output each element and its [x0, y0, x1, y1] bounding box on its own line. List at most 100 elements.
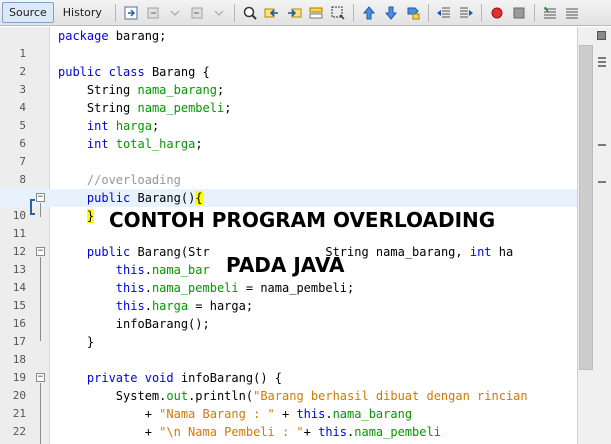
error-status-icon — [597, 31, 606, 40]
code-text: .println( — [188, 389, 254, 403]
find-selection-icon[interactable] — [329, 4, 347, 22]
keyword: this — [115, 263, 145, 277]
comment: //overloading — [86, 173, 181, 187]
scrollbar-thumb[interactable] — [579, 45, 593, 370]
code-line: 7 int total_harga; — [0, 135, 577, 168]
fold-collapse-icon[interactable]: − — [36, 247, 45, 256]
fold-guide — [40, 203, 41, 217]
toolbar-separator — [427, 3, 429, 22]
code-text: . — [144, 263, 152, 277]
chevron-down-icon[interactable] — [210, 4, 228, 22]
find-icon[interactable] — [241, 4, 259, 22]
keyword: int — [86, 137, 109, 151]
code-text: ; — [151, 119, 160, 133]
brace-match-marker — [30, 199, 35, 215]
last-edit-icon[interactable] — [122, 4, 140, 22]
shift-left-icon[interactable] — [435, 4, 453, 22]
annotation-stripe[interactable] — [598, 65, 606, 67]
toolbar-separator — [352, 3, 354, 22]
code-text: + — [274, 407, 297, 421]
code-line: 16 this.harga = harga; — [0, 297, 577, 330]
keyword: this — [115, 299, 145, 313]
annotation-stripe[interactable] — [598, 61, 606, 63]
code-text: infoBarang() { — [173, 371, 282, 385]
comment-icon[interactable] — [541, 4, 559, 22]
field-name: total_harga — [115, 137, 196, 151]
fold-guide — [40, 383, 41, 444]
annotation-stripe[interactable] — [598, 181, 606, 183]
field-name: nama_barang — [332, 407, 413, 421]
code-line: 20 − private void infoBarang() { — [0, 369, 577, 402]
find-next-icon[interactable] — [285, 4, 303, 22]
code-text: Barang { — [144, 65, 210, 79]
start-macro-icon[interactable] — [488, 4, 506, 22]
field-name: nama_pembeli — [151, 281, 239, 295]
field-name: nama_bar — [151, 263, 210, 277]
fold-collapse-icon[interactable]: − — [36, 193, 45, 202]
previous-bookmark-icon[interactable] — [360, 4, 378, 22]
code-line: 17 infoBarang(); — [0, 315, 577, 348]
code-line: 19 — [0, 351, 577, 384]
toolbar-separator — [233, 3, 235, 22]
stop-macro-icon[interactable] — [510, 4, 528, 22]
field-name: harga — [151, 299, 189, 313]
code-text: barang; — [108, 29, 167, 43]
code-line: 5 String nama_pembeli; — [0, 99, 577, 132]
keyword: public — [86, 245, 131, 259]
code-text: + — [144, 425, 160, 439]
find-previous-icon[interactable] — [263, 4, 281, 22]
toolbar-separator — [480, 3, 482, 22]
back-icon[interactable] — [144, 4, 162, 22]
field-name: nama_pembeli — [137, 101, 225, 115]
forward-icon[interactable] — [188, 4, 206, 22]
code-text: = nama_pembeli; — [238, 281, 355, 295]
code-text: . — [144, 281, 152, 295]
code-line: 3 public class Barang { — [0, 63, 577, 96]
code-line: 15 this.nama_pembeli = nama_pembeli; — [0, 279, 577, 312]
code-line: 21 System.out.println("Barang berhasil d… — [0, 387, 577, 420]
code-line-current: 10 − public Barang(){ — [0, 189, 577, 222]
uncomment-icon[interactable] — [563, 4, 581, 22]
string-literal: "Nama Barang : " — [159, 407, 275, 421]
keyword: void — [144, 371, 174, 385]
fold-guide — [40, 257, 41, 341]
code-text: } — [86, 335, 95, 349]
chevron-down-icon[interactable] — [166, 4, 184, 22]
keyword: int — [469, 245, 492, 259]
string-literal: "Barang berhasil dibuat dengan rincian — [253, 389, 528, 403]
toggle-bookmark-icon[interactable] — [404, 4, 422, 22]
tab-history[interactable]: History — [56, 2, 109, 23]
annotation-stripe[interactable] — [598, 57, 606, 59]
overlay-title-line-2: PADA JAVA — [226, 253, 345, 277]
code-editor[interactable]: 1 package barang; 2 3 public class Baran… — [0, 27, 611, 444]
toggle-highlight-icon[interactable] — [307, 4, 325, 22]
field-name: nama_barang — [137, 83, 217, 97]
code-text: ; — [224, 101, 232, 115]
code-text: ; — [195, 137, 203, 151]
fold-collapse-icon[interactable]: − — [36, 373, 45, 382]
code-text: . — [144, 299, 152, 313]
code-line: 4 String nama_barang; — [0, 81, 577, 114]
code-text: Barang(Str — [130, 245, 210, 259]
code-line: 18 } — [0, 333, 577, 366]
code-text: ; — [216, 83, 225, 97]
overlay-title-line-1: CONTOH PROGRAM OVERLOADING — [109, 208, 496, 232]
code-text: = harga; — [188, 299, 254, 313]
code-text: infoBarang(); — [115, 317, 210, 331]
code-text: + — [303, 425, 319, 439]
annotation-stripe[interactable] — [598, 144, 606, 146]
code-line: 2 — [0, 45, 577, 78]
code-line: 1 package barang; — [0, 27, 577, 60]
code-text: ha — [491, 245, 514, 259]
toolbar-separator — [114, 3, 116, 22]
tab-source[interactable]: Source — [2, 2, 54, 23]
code-text: Barang() — [130, 191, 196, 205]
keyword: public — [86, 191, 131, 205]
code-text: . — [325, 407, 333, 421]
toolbar-separator — [533, 3, 535, 22]
code-text: String — [86, 101, 131, 115]
next-bookmark-icon[interactable] — [382, 4, 400, 22]
code-line: 23 + "\n Nama Pembeli : "+ this.nama_pem… — [0, 423, 577, 444]
shift-right-icon[interactable] — [457, 4, 475, 22]
matched-brace: } — [86, 209, 95, 223]
